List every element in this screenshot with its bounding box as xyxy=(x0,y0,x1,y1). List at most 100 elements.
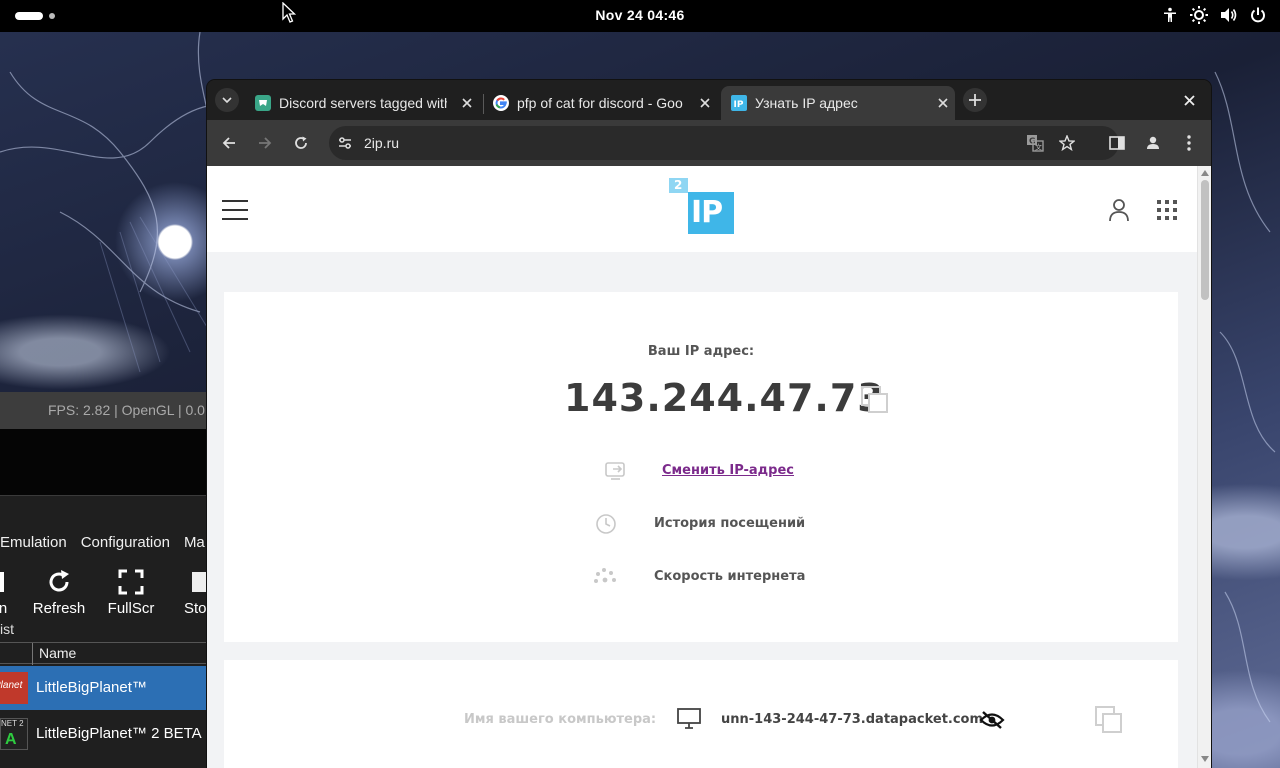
google-favicon xyxy=(493,95,509,111)
side-panel-button[interactable] xyxy=(1105,131,1129,155)
fullscreen-button[interactable]: FullScr xyxy=(104,568,158,617)
apps-grid-icon[interactable] xyxy=(1157,200,1177,220)
window-close-button[interactable] xyxy=(1179,90,1199,110)
emulator-window[interactable]: FPS: 2.82 | OpenGL | 0.0 Emulation Confi… xyxy=(0,392,212,768)
url-text[interactable]: 2ip.ru xyxy=(364,135,399,151)
menu-emulation[interactable]: Emulation xyxy=(0,534,67,551)
game-thumbnail: NET 2 A xyxy=(0,718,28,750)
bookmark-button[interactable] xyxy=(1055,131,1079,155)
volume-icon[interactable] xyxy=(1220,7,1238,23)
close-tab-icon[interactable] xyxy=(697,95,713,111)
history-row[interactable]: История посещений xyxy=(596,512,904,538)
change-ip-row[interactable]: Сменить IP-адрес xyxy=(604,459,904,485)
eye-off-icon[interactable] xyxy=(979,710,1005,730)
tab-discord-servers[interactable]: Discord servers tagged with xyxy=(245,86,477,120)
stop-button-label: Sto xyxy=(184,600,207,617)
tab-title: pfp of cat for discord - Goo xyxy=(517,95,683,111)
history-icon xyxy=(596,514,616,534)
refresh-button-label: Refresh xyxy=(32,600,86,617)
arrow-right-icon xyxy=(259,137,272,149)
game-list-item[interactable]: NET 2 A LittleBigPlanet™ 2 BETA xyxy=(0,712,210,756)
open-button[interactable]: n xyxy=(0,568,10,617)
ip-info-card: Ваш IP адрес: 143.244.47.73 Сменить IP-а… xyxy=(224,292,1178,642)
fullscreen-icon xyxy=(118,569,144,595)
logo-big-text: IP xyxy=(691,195,723,230)
close-tab-icon[interactable] xyxy=(935,95,951,111)
translate-button[interactable]: G文 xyxy=(1023,131,1047,155)
game-list-header: Name xyxy=(0,642,210,665)
speed-link[interactable]: Скорость интернета xyxy=(654,569,805,584)
open-button-label: n xyxy=(0,600,8,617)
site-settings-icon[interactable] xyxy=(337,135,353,151)
page-scrollbar[interactable] xyxy=(1197,166,1211,768)
change-ip-link[interactable]: Сменить IP-адрес xyxy=(662,463,794,478)
scroll-up-icon[interactable] xyxy=(1201,170,1209,176)
close-icon xyxy=(1183,94,1195,106)
chevron-down-icon xyxy=(222,97,232,103)
scrollbar-thumb[interactable] xyxy=(1201,180,1209,300)
close-tab-icon[interactable] xyxy=(459,95,475,111)
host-value[interactable]: unn-143-244-47-73.datapacket.com xyxy=(721,712,983,727)
tab-strip: Discord servers tagged with pfp of cat f… xyxy=(207,80,1211,120)
address-bar[interactable]: 2ip.ru xyxy=(329,126,1119,160)
user-account-icon[interactable] xyxy=(1108,198,1130,222)
site-header: 2 IP xyxy=(207,166,1197,252)
power-icon[interactable] xyxy=(1250,7,1266,23)
refresh-button[interactable]: Refresh xyxy=(30,568,88,617)
clock[interactable]: Nov 24 04:46 xyxy=(0,7,1280,23)
profile-icon xyxy=(1147,136,1159,149)
brightness-icon[interactable] xyxy=(1190,6,1208,24)
forward-button[interactable] xyxy=(253,131,277,155)
copy-icon[interactable] xyxy=(861,386,889,414)
fps-overlay: FPS: 2.82 | OpenGL | 0.0 xyxy=(0,392,210,429)
reload-icon xyxy=(295,136,307,149)
refresh-icon xyxy=(49,570,69,592)
discord-servers-favicon xyxy=(255,95,271,111)
game-thumbnail: Planet xyxy=(0,672,28,704)
column-separator[interactable] xyxy=(32,643,33,665)
scroll-down-icon[interactable] xyxy=(1201,756,1209,762)
emulator-menu-bar: Emulation Configuration Ma xyxy=(0,534,210,551)
reload-button[interactable] xyxy=(289,131,313,155)
ip-label: Ваш IP адрес: xyxy=(647,344,755,359)
change-ip-icon xyxy=(605,462,625,480)
site-logo[interactable]: 2 IP xyxy=(668,178,736,236)
plus-icon xyxy=(969,94,981,106)
emulator-main-panel: Emulation Configuration Ma n Refresh Ful… xyxy=(0,495,212,768)
game-viewport xyxy=(0,429,210,495)
hamburger-menu-icon[interactable] xyxy=(222,200,248,220)
speed-row[interactable]: Скорость интернета xyxy=(594,565,904,591)
ip-address-value[interactable]: 143.244.47.73 xyxy=(564,376,885,420)
tab-title: Discord servers tagged with xyxy=(279,95,447,111)
fullscreen-button-label: FullScr xyxy=(107,600,155,617)
mouse-cursor-icon xyxy=(282,2,296,23)
tab-search-button[interactable] xyxy=(215,88,239,112)
browser-window[interactable]: Discord servers tagged with pfp of cat f… xyxy=(207,80,1211,768)
game-title: LittleBigPlanet™ xyxy=(36,679,147,696)
column-name[interactable]: Name xyxy=(39,645,76,661)
host-info-card: Имя вашего компьютера: unn-143-244-47-73… xyxy=(224,660,1178,768)
copy-host-icon[interactable] xyxy=(1095,706,1123,734)
system-tray[interactable] xyxy=(1162,6,1266,24)
tab-title: Узнать IP адрес xyxy=(755,95,858,111)
history-link[interactable]: История посещений xyxy=(654,516,805,531)
computer-icon xyxy=(677,708,701,729)
more-vertical-icon xyxy=(1187,135,1191,151)
menu-configuration[interactable]: Configuration xyxy=(81,534,170,551)
game-list-item[interactable]: Planet LittleBigPlanet™ xyxy=(0,666,210,710)
browser-toolbar: 2ip.ru G文 xyxy=(207,120,1211,166)
2ip-favicon: IP xyxy=(731,95,747,111)
speed-icon xyxy=(594,568,616,583)
new-tab-button[interactable] xyxy=(963,88,987,112)
tab-google-search[interactable]: pfp of cat for discord - Goo xyxy=(483,86,715,120)
menu-button[interactable] xyxy=(1177,131,1201,155)
game-list-title: ist xyxy=(0,621,14,637)
star-icon xyxy=(1059,135,1075,151)
back-button[interactable] xyxy=(217,131,241,155)
profile-button[interactable] xyxy=(1141,131,1165,155)
menu-manage[interactable]: Ma xyxy=(184,534,205,551)
accessibility-icon[interactable] xyxy=(1162,7,1178,23)
open-icon xyxy=(0,572,4,592)
tab-2ip[interactable]: IP Узнать IP адрес xyxy=(721,86,955,120)
web-page: 2 IP Ваш IP адрес: 143.244.47.73 Сменить… xyxy=(207,166,1197,768)
